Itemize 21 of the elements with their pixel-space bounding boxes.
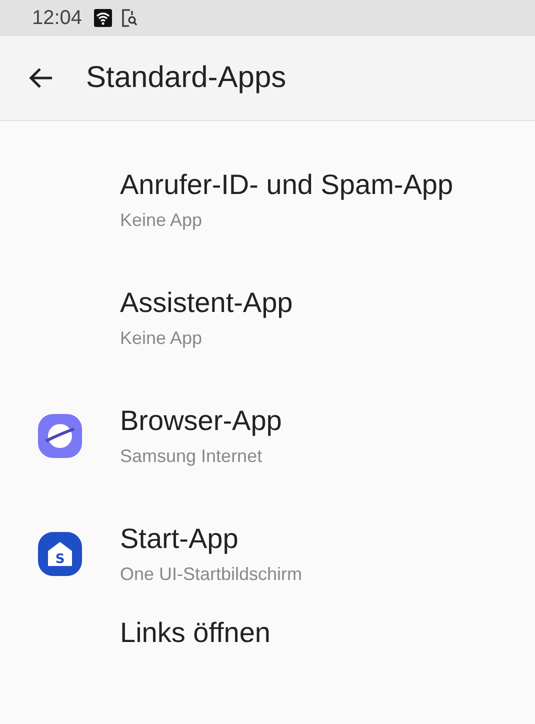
list-item[interactable]: Anrufer-ID- und Spam-App Keine App xyxy=(0,146,535,264)
list-item[interactable]: Browser-App Samsung Internet xyxy=(0,382,535,500)
item-subtitle: Samsung Internet xyxy=(120,446,264,467)
back-arrow-icon[interactable] xyxy=(28,67,54,89)
search-document-icon xyxy=(120,9,138,27)
planet-app-icon xyxy=(38,414,82,458)
screen-title: Standard-Apps xyxy=(86,61,286,95)
item-title: Start-App xyxy=(120,523,240,555)
wifi-icon xyxy=(94,9,112,27)
item-title: Anrufer-ID- und Spam-App xyxy=(120,169,454,201)
list-item[interactable]: Assistent-App Keine App xyxy=(0,264,535,382)
item-subtitle: Keine App xyxy=(120,210,204,231)
item-title: Assistent-App xyxy=(120,287,293,319)
item-title: Links öffnen xyxy=(120,617,270,649)
item-title: Browser-App xyxy=(120,405,282,437)
list-item[interactable]: Links öffnen xyxy=(0,618,535,688)
list-item[interactable]: S Start-App One UI-Startbildschirm xyxy=(0,500,535,618)
home-app-icon: S xyxy=(38,532,82,576)
item-subtitle: One UI-Startbildschirm xyxy=(120,564,302,585)
item-subtitle: Keine App xyxy=(120,328,204,349)
clock: 12:04 xyxy=(32,6,82,30)
